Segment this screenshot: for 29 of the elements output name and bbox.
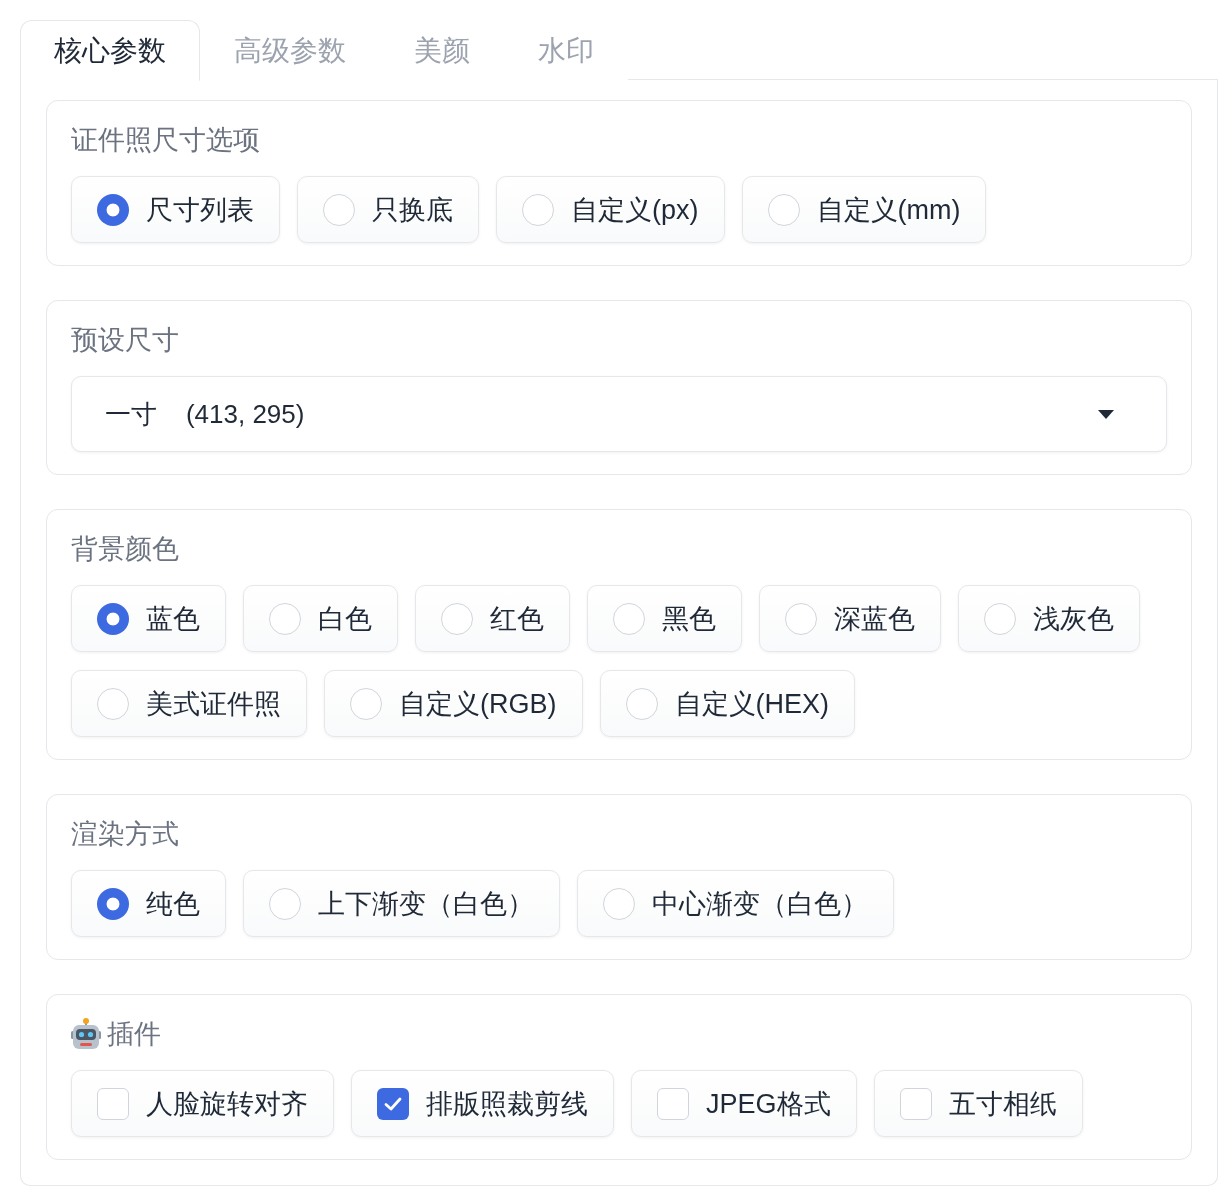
section-label: 背景颜色 bbox=[71, 533, 179, 566]
radio-option[interactable]: 深蓝色 bbox=[759, 585, 941, 652]
radio-option[interactable]: 自定义(HEX) bbox=[599, 670, 855, 737]
radio-option[interactable]: 白色 bbox=[243, 585, 398, 652]
radio-option[interactable]: 尺寸列表 bbox=[71, 176, 280, 243]
section-label: 预设尺寸 bbox=[71, 324, 179, 357]
radio-option[interactable]: 上下渐变（白色） bbox=[243, 870, 560, 937]
radio-option[interactable]: 浅灰色 bbox=[958, 585, 1140, 652]
radio-option[interactable]: 纯色 bbox=[71, 870, 226, 937]
radio-option[interactable]: 只换底 bbox=[297, 176, 479, 243]
checkbox-option[interactable]: 排版照裁剪线 bbox=[351, 1070, 614, 1137]
radio-option[interactable]: 黑色 bbox=[587, 585, 742, 652]
checkbox-option[interactable]: 人脸旋转对齐 bbox=[71, 1070, 334, 1137]
section-label: 插件 bbox=[107, 1018, 161, 1051]
radio-option[interactable]: 自定义(RGB) bbox=[324, 670, 583, 737]
section-label: 证件照尺寸选项 bbox=[71, 124, 260, 157]
dropdown-field[interactable]: 一寸 (413, 295) bbox=[71, 376, 1167, 452]
radio-option[interactable]: 中心渐变（白色） bbox=[577, 870, 894, 937]
radio-option[interactable]: 蓝色 bbox=[71, 585, 226, 652]
tab[interactable]: 核心参数 bbox=[20, 20, 200, 81]
section-label: 渲染方式 bbox=[71, 818, 179, 851]
caret-icon bbox=[1098, 409, 1114, 419]
checkbox-option[interactable]: JPEG格式 bbox=[631, 1070, 857, 1137]
radio-option[interactable]: 自定义(px) bbox=[496, 176, 725, 243]
radio-option[interactable]: 美式证件照 bbox=[71, 670, 307, 737]
dropdown-value: 一寸 (413, 295) bbox=[105, 397, 305, 431]
radio-option[interactable]: 自定义(mm) bbox=[741, 176, 987, 243]
radio-option[interactable]: 红色 bbox=[415, 585, 570, 652]
checkbox-option[interactable]: 五寸相纸 bbox=[873, 1070, 1083, 1137]
